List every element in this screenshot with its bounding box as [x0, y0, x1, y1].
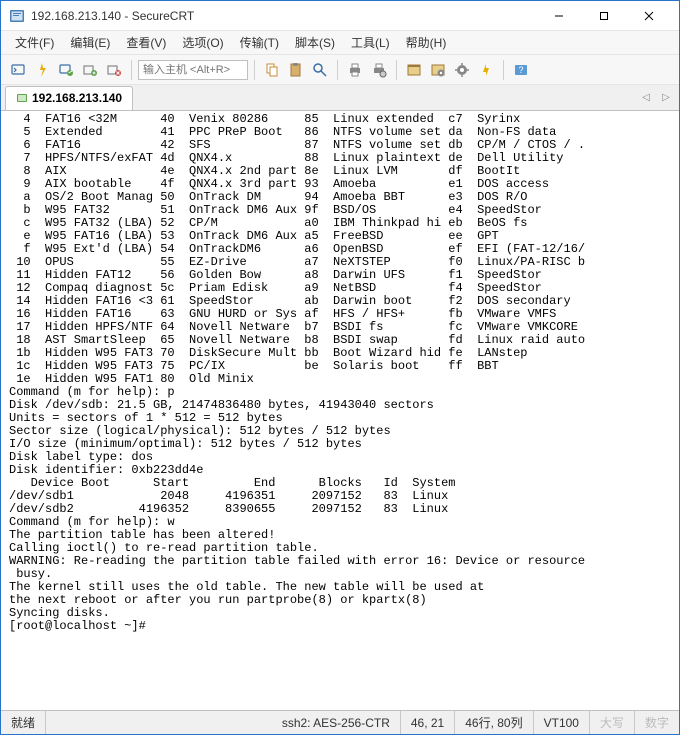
status-cipher: ssh2: AES-256-CTR	[272, 711, 401, 734]
minimize-button[interactable]	[536, 1, 581, 30]
status-caps: 大写	[590, 711, 635, 734]
window-title: 192.168.213.140 - SecureCRT	[31, 9, 536, 23]
statusbar: 就绪 ssh2: AES-256-CTR 46, 21 46行, 80列 VT1…	[1, 710, 679, 734]
copy-button[interactable]	[261, 59, 283, 81]
menu-view[interactable]: 查看(V)	[120, 32, 172, 53]
terminal-line: [root@localhost ~]#	[9, 620, 671, 633]
separator	[254, 60, 255, 80]
menu-tools[interactable]: 工具(L)	[345, 32, 396, 53]
status-emulation: VT100	[534, 711, 590, 734]
close-button[interactable]	[626, 1, 671, 30]
tab-nav: ◁ ▷	[637, 89, 675, 107]
sessions-button[interactable]	[403, 59, 425, 81]
separator	[337, 60, 338, 80]
status-num: 数字	[635, 711, 679, 734]
paste-button[interactable]	[285, 59, 307, 81]
disconnect-button[interactable]	[103, 59, 125, 81]
reconnect-button[interactable]	[55, 59, 77, 81]
tab-label: 192.168.213.140	[32, 91, 122, 105]
menu-help[interactable]: 帮助(H)	[400, 32, 453, 53]
keyword-highlight-button[interactable]	[475, 59, 497, 81]
separator	[396, 60, 397, 80]
new-tab-button[interactable]	[79, 59, 101, 81]
find-button[interactable]	[309, 59, 331, 81]
tab-prev-button[interactable]: ◁	[637, 89, 655, 107]
maximize-button[interactable]	[581, 1, 626, 30]
terminal[interactable]: 4 FAT16 <32M 40 Venix 80286 85 Linux ext…	[1, 111, 679, 710]
global-options-button[interactable]	[451, 59, 473, 81]
help-button[interactable]: ?	[510, 59, 532, 81]
host-input[interactable]	[138, 60, 248, 80]
app-icon	[9, 8, 25, 24]
menu-transfer[interactable]: 传输(T)	[234, 32, 285, 53]
menu-options[interactable]: 选项(O)	[176, 32, 229, 53]
tab-next-button[interactable]: ▷	[657, 89, 675, 107]
toolbar: ?	[1, 55, 679, 85]
terminal-line: WARNING: Re-reading the partition table …	[9, 555, 671, 568]
svg-text:?: ?	[518, 65, 523, 75]
menu-script[interactable]: 脚本(S)	[289, 32, 341, 53]
connect-button[interactable]	[7, 59, 29, 81]
status-size: 46行, 80列	[455, 711, 533, 734]
separator	[131, 60, 132, 80]
print-setup-button[interactable]	[368, 59, 390, 81]
session-options-button[interactable]	[427, 59, 449, 81]
tabbar: 192.168.213.140 ◁ ▷	[1, 85, 679, 111]
separator	[503, 60, 504, 80]
quick-connect-button[interactable]	[31, 59, 53, 81]
menu-edit[interactable]: 编辑(E)	[64, 32, 116, 53]
menubar: 文件(F) 编辑(E) 查看(V) 选项(O) 传输(T) 脚本(S) 工具(L…	[1, 31, 679, 55]
session-tab[interactable]: 192.168.213.140	[5, 86, 133, 110]
menu-file[interactable]: 文件(F)	[9, 32, 60, 53]
print-button[interactable]	[344, 59, 366, 81]
status-ready: 就绪	[1, 711, 46, 734]
titlebar: 192.168.213.140 - SecureCRT	[1, 1, 679, 31]
tab-connected-icon	[16, 92, 28, 104]
status-cursor-pos: 46, 21	[401, 711, 455, 734]
